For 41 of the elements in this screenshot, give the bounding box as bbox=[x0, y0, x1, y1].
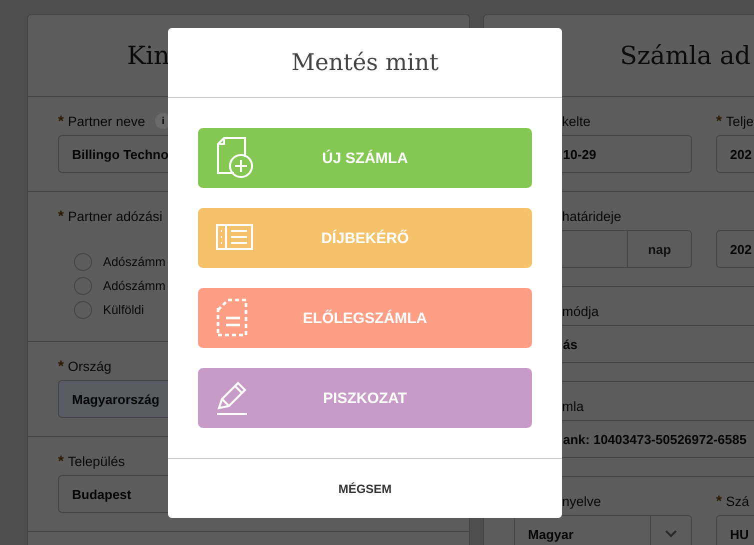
dashed-document-icon bbox=[216, 298, 248, 338]
radio-label: Adószámm bbox=[103, 279, 166, 293]
field-label: mla bbox=[562, 398, 584, 414]
field-label: módja bbox=[562, 304, 599, 318]
required-asterisk: * bbox=[58, 208, 64, 224]
field-label: Ország bbox=[68, 358, 112, 374]
radio-label: Külföldi bbox=[103, 303, 144, 317]
field-label: Partner neve bbox=[68, 114, 146, 128]
input-field[interactable]: 202 bbox=[716, 135, 754, 173]
field-label: Szá bbox=[726, 494, 750, 508]
panel-title: Számla ad bbox=[620, 41, 751, 70]
input-field[interactable]: HU bbox=[716, 515, 754, 545]
radio-label: Adószámm bbox=[103, 255, 166, 269]
cancel-button[interactable]: MÉGSEM bbox=[328, 476, 402, 502]
field-label: Település bbox=[68, 454, 125, 468]
input-field[interactable]: 202 bbox=[716, 230, 754, 268]
required-asterisk: * bbox=[58, 358, 64, 374]
radio-button[interactable] bbox=[74, 301, 92, 319]
field-label: Telje bbox=[726, 114, 754, 128]
save-option-button[interactable]: PISZKOZAT bbox=[198, 368, 532, 428]
panel-title: Kin bbox=[127, 41, 170, 70]
list-icon bbox=[216, 224, 254, 252]
required-asterisk: * bbox=[716, 492, 722, 510]
radio-button[interactable] bbox=[74, 277, 92, 295]
field-label: Partner adózási bbox=[68, 208, 162, 224]
save-option-button[interactable]: ÚJ SZÁMLA bbox=[198, 128, 532, 188]
required-asterisk: * bbox=[58, 452, 64, 470]
field-label: kelte bbox=[562, 114, 591, 128]
save-option-button[interactable]: DÍJBEKÉRŐ bbox=[198, 208, 532, 268]
field-label: nyelve bbox=[562, 494, 602, 508]
save-option-button[interactable]: ELŐLEGSZÁMLA bbox=[198, 288, 532, 348]
unit-label: nap bbox=[627, 231, 691, 267]
field-label: határideje bbox=[562, 208, 622, 224]
radio-button[interactable] bbox=[74, 253, 92, 271]
pencil-icon bbox=[216, 381, 250, 415]
dropdown-field[interactable]: Magyar bbox=[514, 515, 692, 545]
required-asterisk: * bbox=[58, 112, 64, 130]
chevron-down-icon bbox=[665, 530, 677, 538]
required-asterisk: * bbox=[716, 112, 722, 130]
document-plus-icon bbox=[216, 137, 254, 179]
dialog-title: Mentés mint bbox=[291, 50, 439, 76]
